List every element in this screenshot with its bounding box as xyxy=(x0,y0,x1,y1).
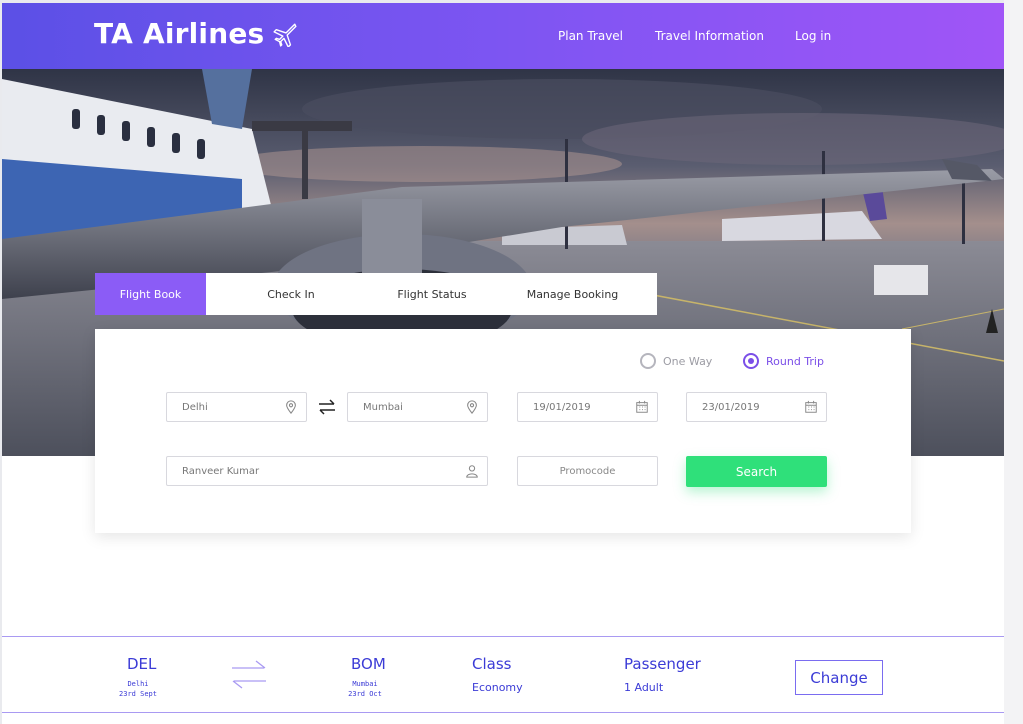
booking-form-card: One Way Round Trip Delhi Mumbai 19/01/20… xyxy=(95,329,911,533)
tab-flight-status[interactable]: Flight Status xyxy=(376,273,488,315)
calendar-icon xyxy=(636,400,648,413)
nav-plan-travel[interactable]: Plan Travel xyxy=(558,29,623,43)
radio-circle-selected xyxy=(743,353,759,369)
one-way-label: One Way xyxy=(663,354,713,368)
top-navbar: TA Airlines Plan Travel Travel Informati… xyxy=(2,3,1004,69)
calendar-icon xyxy=(805,400,817,413)
round-trip-radio[interactable]: Round Trip xyxy=(743,353,824,369)
class-heading: Class xyxy=(472,655,512,673)
return-date-field[interactable] xyxy=(686,392,827,422)
flight-summary-bar: DEL Delhi 23rd Sept BOM Mumbai 23rd Oct … xyxy=(2,636,1004,713)
origin-city: Delhi xyxy=(127,680,149,688)
destination-code: BOM xyxy=(351,655,386,673)
booking-tabs: Flight Book Check In Flight Status Manag… xyxy=(95,273,657,315)
passenger-name-input[interactable] xyxy=(167,457,487,485)
nav-travel-information[interactable]: Travel Information xyxy=(655,29,764,43)
depart-date-field[interactable] xyxy=(517,392,658,422)
app-window: TA Airlines Plan Travel Travel Informati… xyxy=(2,3,1004,724)
brand-logo[interactable]: TA Airlines xyxy=(94,17,298,50)
tab-check-in[interactable]: Check In xyxy=(206,273,376,315)
location-pin-icon xyxy=(467,400,477,414)
swap-arrows-icon xyxy=(232,660,266,689)
to-field[interactable] xyxy=(347,392,488,422)
location-pin-icon xyxy=(286,400,296,414)
destination-date: 23rd Oct xyxy=(348,690,382,698)
swap-arrows-icon[interactable] xyxy=(317,399,337,415)
origin-date: 23rd Sept xyxy=(119,690,157,698)
change-button[interactable]: Change xyxy=(795,660,883,695)
passenger-heading: Passenger xyxy=(624,655,701,673)
class-value: Economy xyxy=(472,681,523,694)
page: TA Airlines Plan Travel Travel Informati… xyxy=(0,0,1023,724)
user-icon xyxy=(466,465,478,478)
promocode-field[interactable] xyxy=(517,456,658,486)
airplane-icon xyxy=(273,23,297,47)
tab-manage-booking[interactable]: Manage Booking xyxy=(488,273,657,315)
nav-log-in[interactable]: Log in xyxy=(795,29,831,43)
passenger-name-field[interactable] xyxy=(166,456,488,486)
origin-code: DEL xyxy=(127,655,157,673)
search-button[interactable]: Search xyxy=(686,456,827,487)
brand-name: TA Airlines xyxy=(94,17,265,50)
promocode-input[interactable] xyxy=(518,457,657,485)
from-field[interactable] xyxy=(166,392,307,422)
round-trip-label: Round Trip xyxy=(766,354,824,368)
passenger-value: 1 Adult xyxy=(624,681,664,694)
one-way-radio[interactable]: One Way xyxy=(640,353,712,369)
radio-circle xyxy=(640,353,656,369)
destination-city: Mumbai xyxy=(352,680,378,688)
tab-flight-book[interactable]: Flight Book xyxy=(95,273,206,315)
page-margin xyxy=(1004,0,1023,724)
